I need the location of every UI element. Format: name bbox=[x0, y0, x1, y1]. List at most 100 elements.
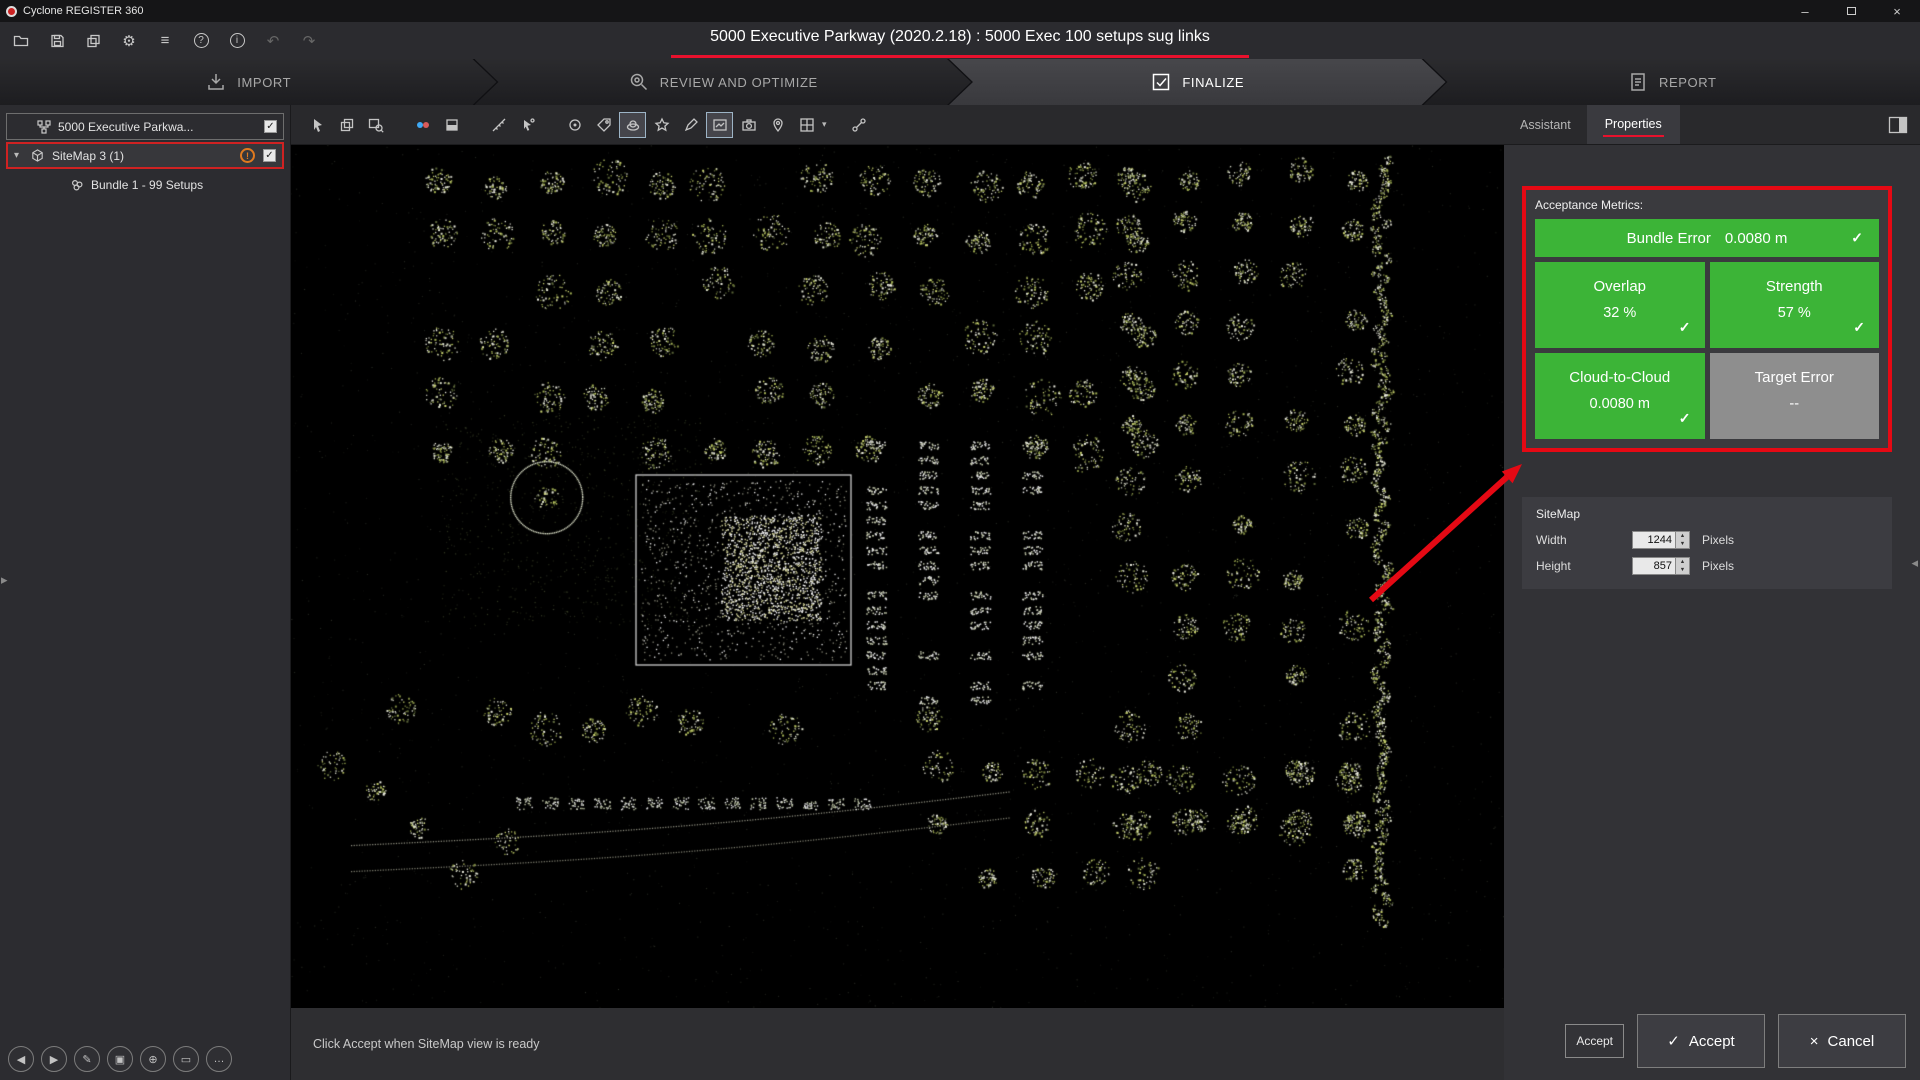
info-glyph: i bbox=[230, 33, 245, 48]
pen-markup-icon[interactable] bbox=[677, 112, 704, 138]
width-row: Width ▲ ▼ Pixels bbox=[1536, 531, 1878, 549]
cancel-button[interactable]: × Cancel bbox=[1778, 1014, 1906, 1068]
copy-project-icon[interactable] bbox=[82, 30, 104, 52]
accept-small-button[interactable]: Accept bbox=[1565, 1024, 1624, 1058]
more-options-button[interactable]: … bbox=[206, 1046, 232, 1072]
target-error-value: -- bbox=[1710, 396, 1880, 412]
workflow-step-label: IMPORT bbox=[237, 75, 291, 90]
project-icon bbox=[37, 120, 51, 134]
metrics-row: Cloud-to-Cloud 0.0080 m ✓ Target Error -… bbox=[1535, 353, 1879, 439]
duplicate-view-button[interactable]: ▣ bbox=[107, 1046, 133, 1072]
target-error-tile: Target Error -- bbox=[1710, 353, 1880, 439]
height-spin-up-icon[interactable]: ▲ bbox=[1676, 558, 1689, 566]
workflow-step-finalize[interactable]: FINALIZE bbox=[949, 59, 1446, 105]
geotag-pin-icon[interactable] bbox=[764, 112, 791, 138]
accept-button[interactable]: ✓ Accept bbox=[1637, 1014, 1765, 1068]
camera-icon[interactable] bbox=[735, 112, 762, 138]
workflow-step-report[interactable]: REPORT bbox=[1424, 59, 1920, 105]
info-icon[interactable]: i bbox=[226, 30, 248, 52]
warning-icon: ! bbox=[240, 148, 255, 163]
width-input[interactable] bbox=[1632, 531, 1676, 549]
point-cloud-viewport[interactable] bbox=[291, 145, 1504, 1008]
list-menu-icon[interactable]: ≡ bbox=[154, 30, 176, 52]
width-spin-up-icon[interactable]: ▲ bbox=[1676, 532, 1689, 540]
tab-properties[interactable]: Properties bbox=[1587, 105, 1680, 144]
maximize-icon bbox=[1847, 7, 1856, 15]
bundle-icon bbox=[70, 178, 84, 192]
measure-ruler-icon[interactable] bbox=[485, 112, 512, 138]
tab-label: Properties bbox=[1603, 113, 1664, 137]
tree-item-label: Bundle 1 - 99 Setups bbox=[91, 178, 203, 192]
edit-pencil-button[interactable]: ✎ bbox=[74, 1046, 100, 1072]
main-view: ▾ Click Accept when SiteMap view is read… bbox=[291, 105, 1504, 1080]
cloud-to-cloud-label: Cloud-to-Cloud bbox=[1569, 369, 1670, 386]
open-folder-icon[interactable] bbox=[10, 30, 32, 52]
title-bar: Cyclone REGISTER 360 – × bbox=[0, 0, 1920, 22]
cloud-icon[interactable] bbox=[619, 112, 646, 138]
window-copy-icon[interactable] bbox=[333, 112, 360, 138]
ortho-grid-icon[interactable] bbox=[793, 112, 820, 138]
width-spin-down-icon[interactable]: ▼ bbox=[1676, 540, 1689, 548]
accept-button-label: Accept bbox=[1689, 1033, 1735, 1050]
project-title-underline bbox=[671, 55, 1249, 58]
next-view-button[interactable]: ▶ bbox=[41, 1046, 67, 1072]
cloud-to-cloud-tile: Cloud-to-Cloud 0.0080 m ✓ bbox=[1535, 353, 1705, 439]
tree-item-sitemap[interactable]: ▾ SiteMap 3 (1) ! ✓ bbox=[6, 142, 284, 169]
save-icon[interactable] bbox=[46, 30, 68, 52]
canvas-toolbar: ▾ bbox=[291, 105, 1504, 145]
point-cloud-canvas[interactable] bbox=[291, 145, 1504, 1008]
maximize-button[interactable] bbox=[1828, 0, 1874, 22]
zoom-window-icon[interactable] bbox=[362, 112, 389, 138]
help-icon[interactable]: ? bbox=[190, 30, 212, 52]
target-icon[interactable] bbox=[561, 112, 588, 138]
zoom-view-button[interactable]: ⊕ bbox=[140, 1046, 166, 1072]
help-glyph: ? bbox=[194, 33, 209, 48]
cyclone-register-window: Cyclone REGISTER 360 – × ⚙ ≡ ? i ↶ ↷ 500… bbox=[0, 0, 1920, 1080]
acceptance-metrics-box: Acceptance Metrics: Bundle Error 0.0080 … bbox=[1522, 186, 1892, 452]
prev-view-button[interactable]: ◀ bbox=[8, 1046, 34, 1072]
star-annotation-icon[interactable] bbox=[648, 112, 675, 138]
tree-item-label: SiteMap 3 (1) bbox=[52, 149, 124, 163]
tag-icon[interactable] bbox=[590, 112, 617, 138]
tree-item-bundle[interactable]: Bundle 1 - 99 Setups bbox=[6, 171, 284, 198]
height-spin-down-icon[interactable]: ▼ bbox=[1676, 566, 1689, 574]
link-nodes-icon[interactable] bbox=[409, 112, 436, 138]
panel-collapse-handle[interactable]: ◂ bbox=[1911, 555, 1918, 571]
settings-gear-icon[interactable]: ⚙ bbox=[118, 30, 140, 52]
close-button[interactable]: × bbox=[1874, 0, 1920, 22]
strength-label: Strength bbox=[1766, 278, 1823, 295]
workflow-step-review[interactable]: REVIEW AND OPTIMIZE bbox=[475, 59, 972, 105]
overlap-label: Overlap bbox=[1593, 278, 1646, 295]
panel-layout-toggle-icon[interactable] bbox=[1888, 105, 1908, 144]
workflow-step-import[interactable]: IMPORT bbox=[0, 59, 497, 105]
width-label: Width bbox=[1536, 533, 1632, 547]
finalize-icon bbox=[1150, 71, 1172, 93]
bundle-error-tile: Bundle Error 0.0080 m ✓ bbox=[1535, 219, 1879, 257]
tree-item-label: 5000 Executive Parkwa... bbox=[58, 120, 193, 134]
sitemap-visibility-checkbox[interactable]: ✓ bbox=[263, 149, 276, 162]
check-icon: ✓ bbox=[1679, 319, 1691, 336]
view-nav-controls: ◀ ▶ ✎ ▣ ⊕ ▭ … bbox=[8, 1046, 232, 1072]
mask-region-icon[interactable] bbox=[438, 112, 465, 138]
undo-icon[interactable]: ↶ bbox=[262, 30, 284, 52]
review-icon bbox=[628, 71, 650, 93]
tab-assistant[interactable]: Assistant bbox=[1504, 105, 1587, 144]
sitemap-properties-box: SiteMap Width ▲ ▼ Pixels Height ▲ ▼ Pixe… bbox=[1522, 497, 1892, 589]
tree-item-project[interactable]: 5000 Executive Parkwa... ✓ bbox=[6, 113, 284, 140]
expander-icon[interactable]: ▾ bbox=[14, 150, 28, 161]
workflow-step-label: REVIEW AND OPTIMIZE bbox=[660, 75, 818, 90]
frame-view-button[interactable]: ▭ bbox=[173, 1046, 199, 1072]
height-input[interactable] bbox=[1632, 557, 1676, 575]
minimize-button[interactable]: – bbox=[1782, 0, 1828, 22]
grid-dropdown-caret-icon[interactable]: ▾ bbox=[822, 119, 827, 130]
sidebar-collapse-handle[interactable]: ▸ bbox=[1, 572, 8, 588]
status-hint: Click Accept when SiteMap view is ready bbox=[313, 1037, 539, 1051]
optimize-links-icon[interactable] bbox=[846, 112, 873, 138]
cursor-select-icon[interactable] bbox=[304, 112, 331, 138]
app-logo-icon bbox=[6, 6, 17, 17]
report-icon bbox=[1627, 71, 1649, 93]
pick-point-icon[interactable] bbox=[514, 112, 541, 138]
sitemap-frame-icon[interactable] bbox=[706, 112, 733, 138]
redo-icon[interactable]: ↷ bbox=[298, 30, 320, 52]
project-visibility-checkbox[interactable]: ✓ bbox=[264, 120, 277, 133]
